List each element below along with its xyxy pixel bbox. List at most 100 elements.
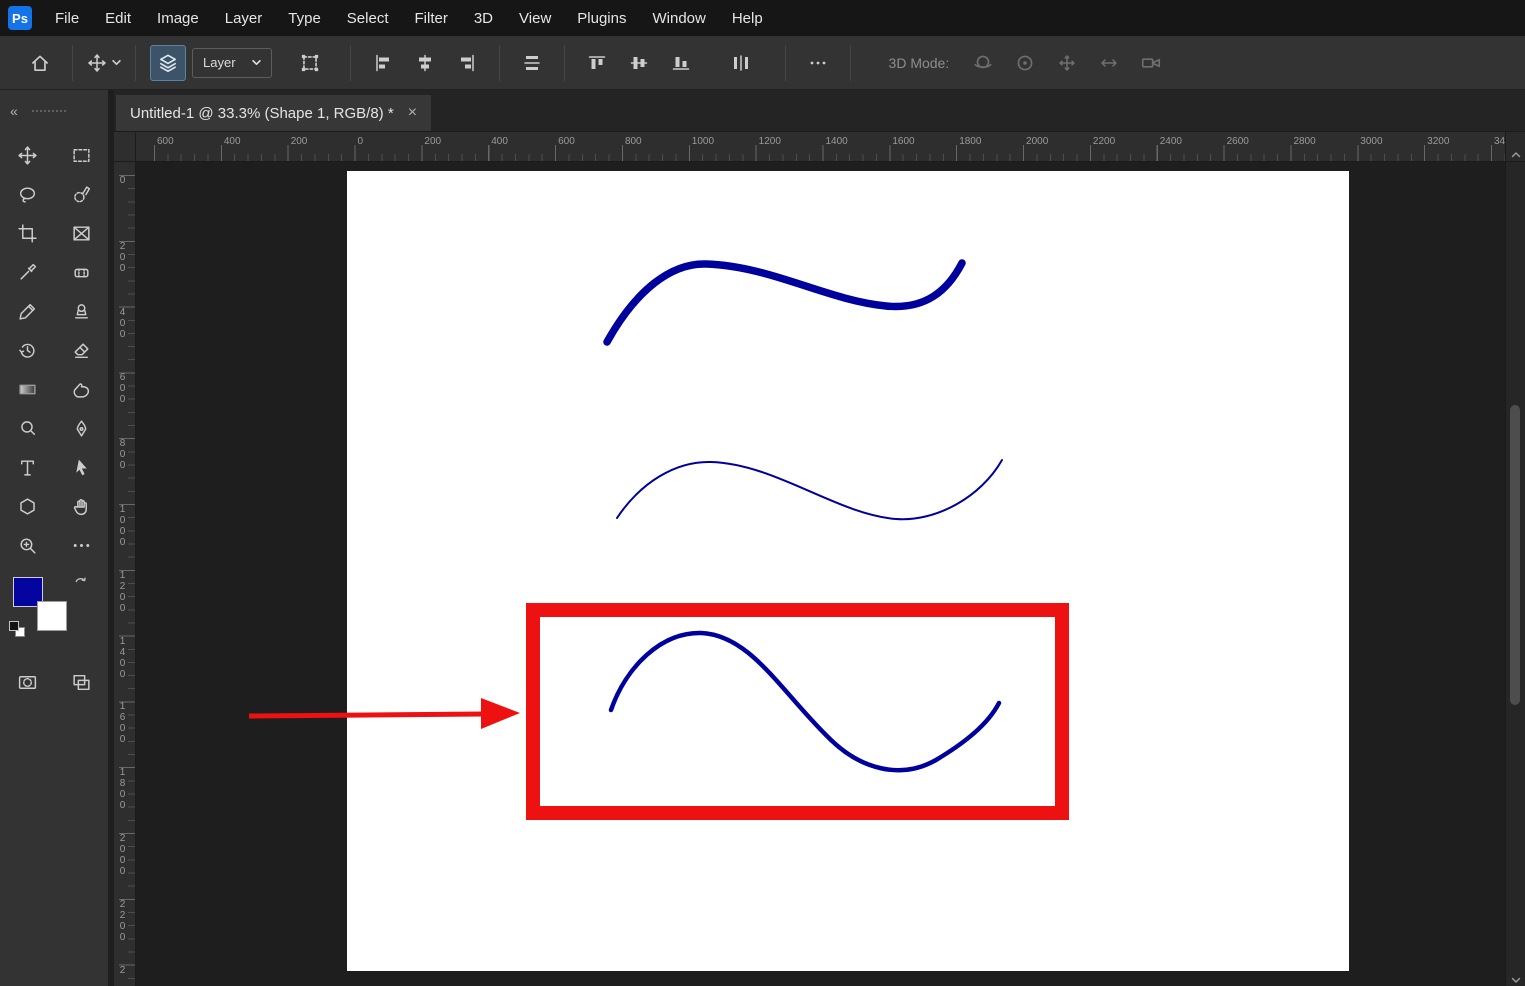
- dodge-tool[interactable]: [0, 409, 54, 448]
- menu-item[interactable]: Window: [639, 0, 718, 36]
- ruler-label: 1200: [117, 570, 128, 614]
- menu-item[interactable]: Image: [144, 0, 212, 36]
- divider: [785, 45, 786, 81]
- quick-mask-button[interactable]: [0, 663, 54, 702]
- ruler-label: 600: [117, 372, 128, 405]
- screen-mode-icon: [71, 672, 92, 693]
- menu-item[interactable]: File: [42, 0, 92, 36]
- crop-tool[interactable]: [0, 214, 54, 253]
- 3d-orbit-button[interactable]: [965, 45, 1001, 81]
- home-button[interactable]: [22, 45, 58, 81]
- scrollbar-up-button[interactable]: [1505, 132, 1525, 162]
- align-horizontal-centers-button[interactable]: [407, 45, 443, 81]
- canvas-viewport[interactable]: [136, 162, 1505, 986]
- history-brush-tool[interactable]: [0, 331, 54, 370]
- close-icon[interactable]: ×: [408, 104, 417, 122]
- swap-colors-icon: [74, 575, 87, 588]
- screen-mode-button[interactable]: [54, 663, 108, 702]
- ruler-label: 200: [424, 136, 441, 147]
- menu-item[interactable]: Type: [275, 0, 334, 36]
- move-tool-icon: [17, 145, 38, 166]
- brush-tool[interactable]: [0, 292, 54, 331]
- background-color-swatch[interactable]: [37, 601, 67, 631]
- ruler-label: 2000: [117, 833, 128, 877]
- canvas-content-grid: 600 400 200 0200400600800100012001400160018…: [114, 132, 1525, 986]
- align-vertical-centers-button[interactable]: [621, 45, 657, 81]
- default-colors-button[interactable]: [9, 621, 27, 639]
- align-right-edges-button[interactable]: [449, 45, 485, 81]
- align-left-edges-button[interactable]: [365, 45, 401, 81]
- divider: [135, 45, 136, 81]
- current-tool-indicator[interactable]: [87, 53, 121, 73]
- ruler-label: 400: [224, 136, 241, 147]
- ruler-label: 2400: [1160, 136, 1182, 147]
- panel-grip[interactable]: [32, 110, 66, 112]
- show-transform-controls-button[interactable]: [292, 45, 328, 81]
- lasso-tool[interactable]: [0, 175, 54, 214]
- ruler-label: 3000: [1360, 136, 1382, 147]
- 3d-slide-button[interactable]: [1091, 45, 1127, 81]
- align-bottom-edges-button[interactable]: [663, 45, 699, 81]
- chevron-down-icon: [112, 58, 121, 67]
- menu-item[interactable]: Filter: [402, 0, 461, 36]
- distribute-horizontal-centers-button[interactable]: [723, 45, 759, 81]
- lasso-tool-icon: [17, 184, 38, 205]
- menu-item[interactable]: Help: [719, 0, 776, 36]
- divider: [850, 45, 851, 81]
- frame-tool[interactable]: [54, 214, 108, 253]
- scrollbar-down-button[interactable]: [1506, 976, 1525, 984]
- menu-item[interactable]: Edit: [92, 0, 144, 36]
- rectangular-marquee-tool[interactable]: [54, 136, 108, 175]
- tools-grid: [0, 132, 108, 565]
- align-top-edges-button[interactable]: [579, 45, 615, 81]
- edit-toolbar-button[interactable]: [54, 526, 108, 565]
- scrollbar-thumb[interactable]: [1510, 405, 1520, 705]
- vertical-ruler[interactable]: 0200400600800100012001400160018002000220…: [114, 162, 136, 986]
- ruler-label: 2200: [1093, 136, 1115, 147]
- gradient-tool[interactable]: [0, 370, 54, 409]
- history-brush-tool-icon: [17, 340, 38, 361]
- auto-select-button[interactable]: [150, 45, 186, 81]
- ruler-label: 2600: [1227, 136, 1249, 147]
- ruler-label: 0: [358, 136, 364, 147]
- distribute-vertical-centers-button[interactable]: [514, 45, 550, 81]
- ruler-label: 34: [1494, 136, 1505, 147]
- document-tab[interactable]: Untitled-1 @ 33.3% (Shape 1, RGB/8) * ×: [116, 95, 431, 131]
- ruler-label: 600: [157, 136, 174, 147]
- hand-tool[interactable]: [54, 487, 108, 526]
- menu-item[interactable]: Layer: [212, 0, 276, 36]
- path-selection-tool[interactable]: [54, 448, 108, 487]
- ruler-label: 200: [291, 136, 308, 147]
- menu-item[interactable]: 3D: [461, 0, 506, 36]
- horizontal-ruler[interactable]: 6004002000200400600800100012001400160018…: [136, 132, 1505, 162]
- menu-item[interactable]: Plugins: [564, 0, 639, 36]
- ruler-label: 1800: [959, 136, 981, 147]
- menu-item[interactable]: View: [506, 0, 564, 36]
- quick-selection-tool[interactable]: [54, 175, 108, 214]
- eyedropper-tool[interactable]: [0, 253, 54, 292]
- 3d-pan-button[interactable]: [1049, 45, 1085, 81]
- 3d-dolly-button[interactable]: [1133, 45, 1169, 81]
- eraser-tool[interactable]: [54, 331, 108, 370]
- more-alignment-options-button[interactable]: [800, 45, 836, 81]
- zoom-tool[interactable]: [0, 526, 54, 565]
- clone-stamp-tool[interactable]: [54, 292, 108, 331]
- document-canvas[interactable]: [347, 171, 1349, 971]
- type-tool[interactable]: [0, 448, 54, 487]
- smudge-tool[interactable]: [54, 370, 108, 409]
- 3d-roll-button[interactable]: [1007, 45, 1043, 81]
- healing-brush-tool[interactable]: [54, 253, 108, 292]
- distribute-vertical-centers-icon: [522, 53, 542, 73]
- pen-tool-icon: [71, 418, 92, 439]
- pen-tool[interactable]: [54, 409, 108, 448]
- shape-tool[interactable]: [0, 487, 54, 526]
- vertical-scrollbar[interactable]: [1505, 162, 1525, 986]
- gradient-tool-icon: [17, 379, 38, 400]
- collapse-panel-button[interactable]: «: [10, 103, 18, 119]
- menu-item[interactable]: Select: [334, 0, 402, 36]
- swap-colors-button[interactable]: [74, 575, 87, 588]
- auto-select-target-dropdown[interactable]: Layer: [192, 48, 272, 78]
- zoom-tool-icon: [17, 535, 38, 556]
- move-tool[interactable]: [0, 136, 54, 175]
- ruler-label: 800: [625, 136, 642, 147]
